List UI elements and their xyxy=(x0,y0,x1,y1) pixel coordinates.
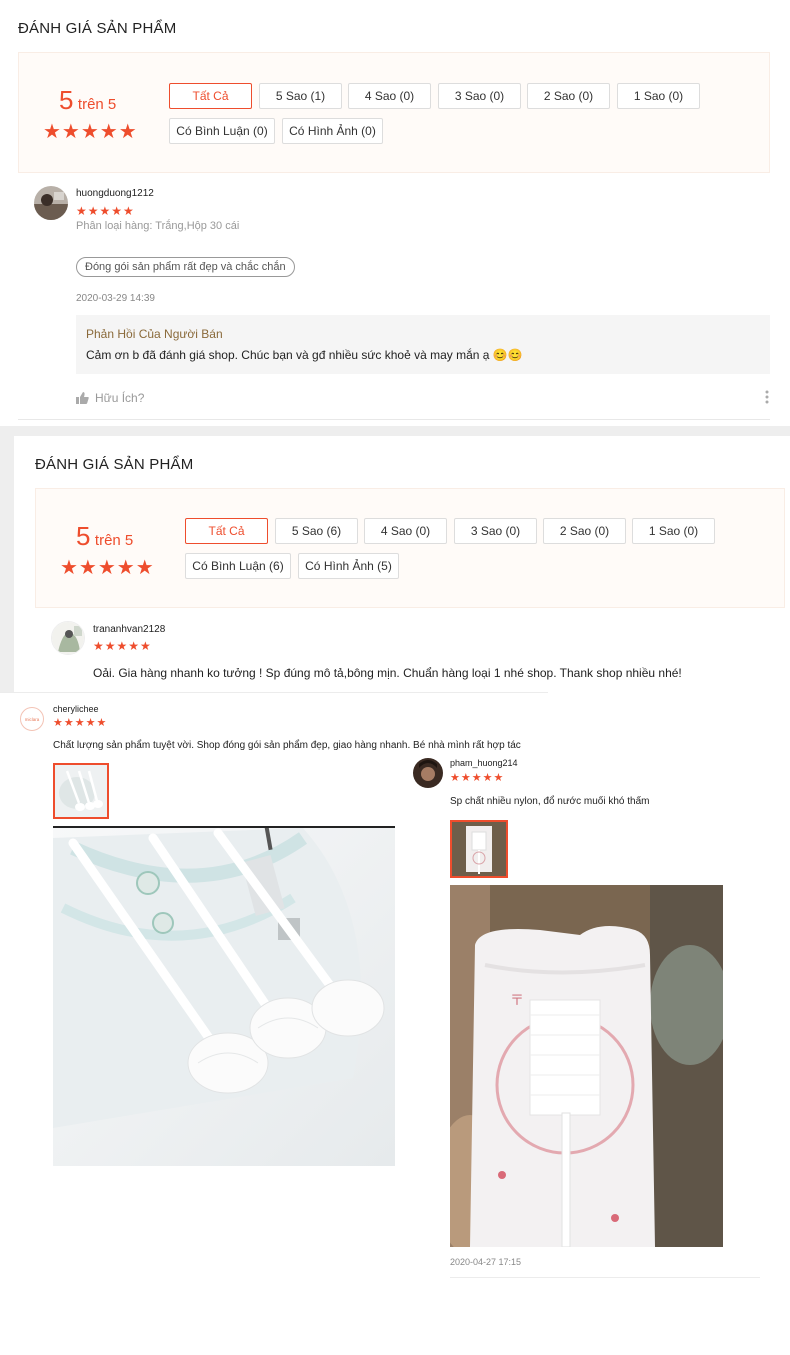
reply-text: Cảm ơn b đã đánh giá shop. Chúc bạn và g… xyxy=(86,348,523,362)
rating-score: 5 trên 5 xyxy=(76,521,133,552)
screenshot-separator xyxy=(0,426,790,436)
rating-stars: ★★★★★ xyxy=(43,121,138,143)
filter-with-comment[interactable]: Có Bình Luận (0) xyxy=(169,118,275,144)
review-stars: ★★★★★ xyxy=(76,204,135,218)
section-title: ĐÁNH GIÁ SẢN PHẨM xyxy=(18,20,177,37)
filter-4-star[interactable]: 4 Sao (0) xyxy=(364,518,447,544)
filter-all[interactable]: Tất Cả xyxy=(185,518,268,544)
review-date: 2020-03-29 14:39 xyxy=(76,293,155,304)
review-comment: Chất lượng sản phẩm tuyệt vời. Shop đóng… xyxy=(53,740,521,751)
filter-2-star[interactable]: 2 Sao (0) xyxy=(527,83,610,109)
score-value: 5 xyxy=(76,521,91,551)
score-value: 5 xyxy=(59,85,74,115)
screenshot-separator-side xyxy=(0,436,14,692)
review-stars: ★★★★★ xyxy=(53,717,108,729)
reviewer-name[interactable]: huongduong1212 xyxy=(76,188,154,199)
filter-1-star[interactable]: 1 Sao (0) xyxy=(617,83,700,109)
helpful-button[interactable]: Hữu Ích? xyxy=(76,391,144,405)
reviewer-name[interactable]: trananhvan2128 xyxy=(93,624,165,635)
rating-stars: ★★★★★ xyxy=(60,557,155,579)
avatar xyxy=(51,621,85,655)
filter-5-star[interactable]: 5 Sao (1) xyxy=(259,83,342,109)
review-stars: ★★★★★ xyxy=(93,639,152,653)
divider xyxy=(450,1277,760,1278)
review-date: 2020-04-27 17:15 xyxy=(450,1257,522,1267)
reply-title: Phản Hồi Của Người Bán xyxy=(86,327,223,341)
review-image-thumbnail[interactable] xyxy=(450,820,508,878)
seller-reply: Phản Hồi Của Người Bán Cảm ơn b đã đánh … xyxy=(76,315,770,374)
filter-3-star[interactable]: 3 Sao (0) xyxy=(438,83,521,109)
review-image-large[interactable] xyxy=(53,826,395,1166)
divider xyxy=(0,692,548,693)
review-comment: Sp chất nhiều nylon, đổ nước muối khó th… xyxy=(450,796,650,807)
filter-2-star[interactable]: 2 Sao (0) xyxy=(543,518,626,544)
section-title: ĐÁNH GIÁ SẢN PHẨM xyxy=(35,456,194,473)
filter-with-image[interactable]: Có Hình Ảnh (5) xyxy=(298,553,399,579)
filter-1-star[interactable]: 1 Sao (0) xyxy=(632,518,715,544)
review-stars: ★★★★★ xyxy=(450,772,505,784)
filter-3-star[interactable]: 3 Sao (0) xyxy=(454,518,537,544)
more-options-icon[interactable] xyxy=(765,390,769,404)
review-tag: Đóng gói sản phẩm rất đẹp và chắc chắn xyxy=(76,257,295,277)
reviewer-name[interactable]: cherylichee xyxy=(53,704,99,714)
filter-4-star[interactable]: 4 Sao (0) xyxy=(348,83,431,109)
svg-text:miclara: miclara xyxy=(25,717,40,722)
filter-with-image[interactable]: Có Hình Ảnh (0) xyxy=(282,118,383,144)
review-image-large[interactable]: 〒 xyxy=(450,885,723,1247)
filter-all[interactable]: Tất Cả xyxy=(169,83,252,109)
avatar xyxy=(413,758,443,788)
rating-overview: 5 trên 5 ★★★★★ Tất Cả 5 Sao (1) 4 Sao (0… xyxy=(18,52,770,173)
reviewer-name[interactable]: pham_huong214 xyxy=(450,758,518,768)
avatar: miclara xyxy=(20,707,44,731)
filter-with-comment[interactable]: Có Bình Luận (6) xyxy=(185,553,291,579)
rating-score: 5 trên 5 xyxy=(59,85,116,116)
review-image-thumbnail[interactable] xyxy=(53,763,109,819)
score-suffix: trên 5 xyxy=(94,532,134,549)
score-suffix: trên 5 xyxy=(77,96,117,113)
filter-5-star[interactable]: 5 Sao (6) xyxy=(275,518,358,544)
divider xyxy=(18,419,770,420)
thumbs-up-icon xyxy=(76,392,89,404)
product-variant: Phân loại hàng: Trắng,Hộp 30 cái xyxy=(76,220,240,232)
helpful-label: Hữu Ích? xyxy=(95,391,145,405)
rating-overview: 5 trên 5 ★★★★★ Tất Cả 5 Sao (6) 4 Sao (0… xyxy=(35,488,785,608)
review-comment: Oải. Gia hàng nhanh ko tưởng ! Sp đúng m… xyxy=(93,666,682,680)
avatar xyxy=(34,186,68,220)
svg-text:〒: 〒 xyxy=(510,993,524,1009)
